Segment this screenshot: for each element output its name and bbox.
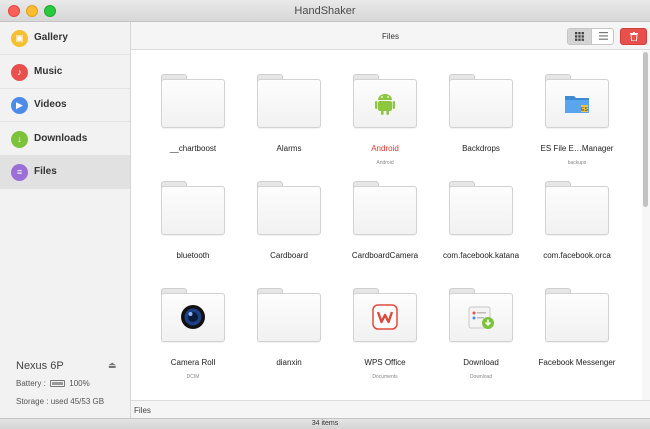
battery-icon: [50, 380, 66, 387]
folder-subtitle: Android: [376, 160, 394, 166]
folder-name: ES File E…Manager: [540, 144, 614, 153]
folder-icon: [449, 74, 513, 128]
folder-icon: [161, 288, 225, 342]
camera-lens-icon: [178, 302, 208, 332]
sidebar-item-label: Music: [34, 65, 63, 77]
folder-item[interactable]: Facebook Messenger: [532, 288, 622, 392]
folder-icon: [449, 181, 513, 235]
eject-icon[interactable]: ⏏: [108, 360, 117, 371]
folder-icon: [545, 181, 609, 235]
folder-name: dianxin: [276, 358, 302, 367]
delete-button[interactable]: [620, 28, 647, 45]
folder-name: Android: [371, 144, 399, 153]
folder-item[interactable]: Backdrops: [436, 74, 526, 178]
toolbar: Files: [131, 22, 650, 50]
sidebar-item-music[interactable]: ♪ Music: [0, 56, 130, 89]
list-view-icon: [598, 32, 608, 40]
folder-icon: ES: [545, 74, 609, 128]
folder-icon: [353, 288, 417, 342]
file-grid: __chartboost Alarms Android Android Backdrop…: [131, 50, 642, 400]
folder-name: CardboardCamera: [351, 251, 419, 260]
folder-icon: [353, 181, 417, 235]
folder-name: Camera Roll: [170, 358, 216, 367]
folder-item[interactable]: ES ES File E…Manager backups: [532, 74, 622, 178]
folder-icon: [161, 74, 225, 128]
title-bar: HandShaker: [0, 0, 650, 22]
folder-name: com.facebook.katana: [442, 251, 520, 260]
battery-level-fill: [52, 382, 64, 385]
music-note-icon: ♪: [11, 63, 28, 81]
folder-name: Backdrops: [462, 144, 500, 153]
folder-name: Cardboard: [270, 251, 308, 260]
folder-name: Facebook Messenger: [538, 358, 616, 367]
sidebar-item-videos[interactable]: ▶ Videos: [0, 89, 130, 122]
folder-name: Download: [463, 358, 499, 367]
status-bar: 34 items: [0, 418, 650, 429]
sidebar-item-gallery[interactable]: ▣ Gallery: [0, 22, 130, 55]
item-count: 34 items: [311, 420, 339, 427]
sidebar-item-label: Files: [34, 166, 57, 177]
folder-name: __chartboost: [169, 144, 217, 153]
wps-office-icon: [370, 302, 400, 332]
folder-name: bluetooth: [176, 251, 210, 260]
folder-item[interactable]: com.facebook.katana: [436, 181, 526, 285]
folder-subtitle: DCIM: [186, 374, 200, 380]
download-icon: ↓: [11, 130, 28, 148]
folder-icon: [257, 74, 321, 128]
document-icon: ≡: [11, 164, 28, 181]
folder-name: Alarms: [276, 144, 302, 153]
folder-icon: [545, 288, 609, 342]
folder-subtitle: backups: [567, 160, 587, 166]
sidebar-item-downloads[interactable]: ↓ Downloads: [0, 123, 130, 156]
path-bar: Files: [131, 400, 650, 418]
window-title: HandShaker: [294, 5, 356, 17]
grid-view-icon: [575, 32, 584, 41]
folder-item[interactable]: WPS Office Documents: [340, 288, 430, 392]
folder-item[interactable]: __chartboost: [148, 74, 238, 178]
folder-item[interactable]: Camera Roll DCIM: [148, 288, 238, 392]
folder-name: com.facebook.orca: [543, 251, 611, 260]
trash-icon: [630, 32, 638, 41]
sidebar-item-label: Gallery: [34, 32, 68, 43]
storage-status: Storage : used 45/53 GB: [16, 397, 105, 406]
sidebar-item-label: Downloads: [34, 132, 88, 144]
folder-item[interactable]: Android Android: [340, 74, 430, 178]
folder-icon: [449, 288, 513, 342]
folder-icon: [161, 181, 225, 235]
download-folder-icon: [466, 302, 496, 332]
view-mode-toggle: [567, 28, 614, 45]
folder-item[interactable]: Download Download: [436, 288, 526, 392]
folder-item[interactable]: com.facebook.orca: [532, 181, 622, 285]
scrollbar-thumb[interactable]: [643, 52, 648, 207]
battery-label: Battery :: [16, 379, 46, 388]
folder-item[interactable]: Cardboard: [244, 181, 334, 285]
folder-subtitle: Download: [469, 374, 493, 380]
device-name: Nexus 6P: [16, 360, 64, 372]
folder-item[interactable]: dianxin: [244, 288, 334, 392]
folder-icon: [353, 74, 417, 128]
main-panel: Files __chartboost Alarms Android Androi…: [131, 22, 650, 418]
folder-icon: [257, 288, 321, 342]
gallery-icon: ▣: [11, 30, 28, 47]
play-icon: ▶: [11, 97, 28, 114]
vertical-scrollbar[interactable]: [642, 50, 650, 400]
list-view-button[interactable]: [591, 29, 613, 44]
folder-subtitle: Documents: [372, 374, 398, 380]
sidebar: ▣ Gallery ♪ Music ▶ Videos ↓ Downloads ≡ Files Ne…: [0, 22, 131, 418]
es-file-explorer-icon: ES: [562, 88, 592, 118]
path-breadcrumb[interactable]: Files: [134, 406, 151, 415]
battery-status: Battery : 100%: [16, 379, 90, 388]
sidebar-item-label: Videos: [34, 99, 67, 110]
folder-name: WPS Office: [364, 358, 406, 367]
folder-item[interactable]: CardboardCamera: [340, 181, 430, 285]
folder-item[interactable]: bluetooth: [148, 181, 238, 285]
android-icon: [370, 88, 400, 118]
svg-text:ES: ES: [581, 107, 588, 113]
folder-item[interactable]: Alarms: [244, 74, 334, 178]
sidebar-item-files[interactable]: ≡ Files: [0, 156, 130, 189]
grid-view-button[interactable]: [568, 29, 591, 44]
battery-value: 100%: [69, 379, 90, 388]
folder-icon: [257, 181, 321, 235]
